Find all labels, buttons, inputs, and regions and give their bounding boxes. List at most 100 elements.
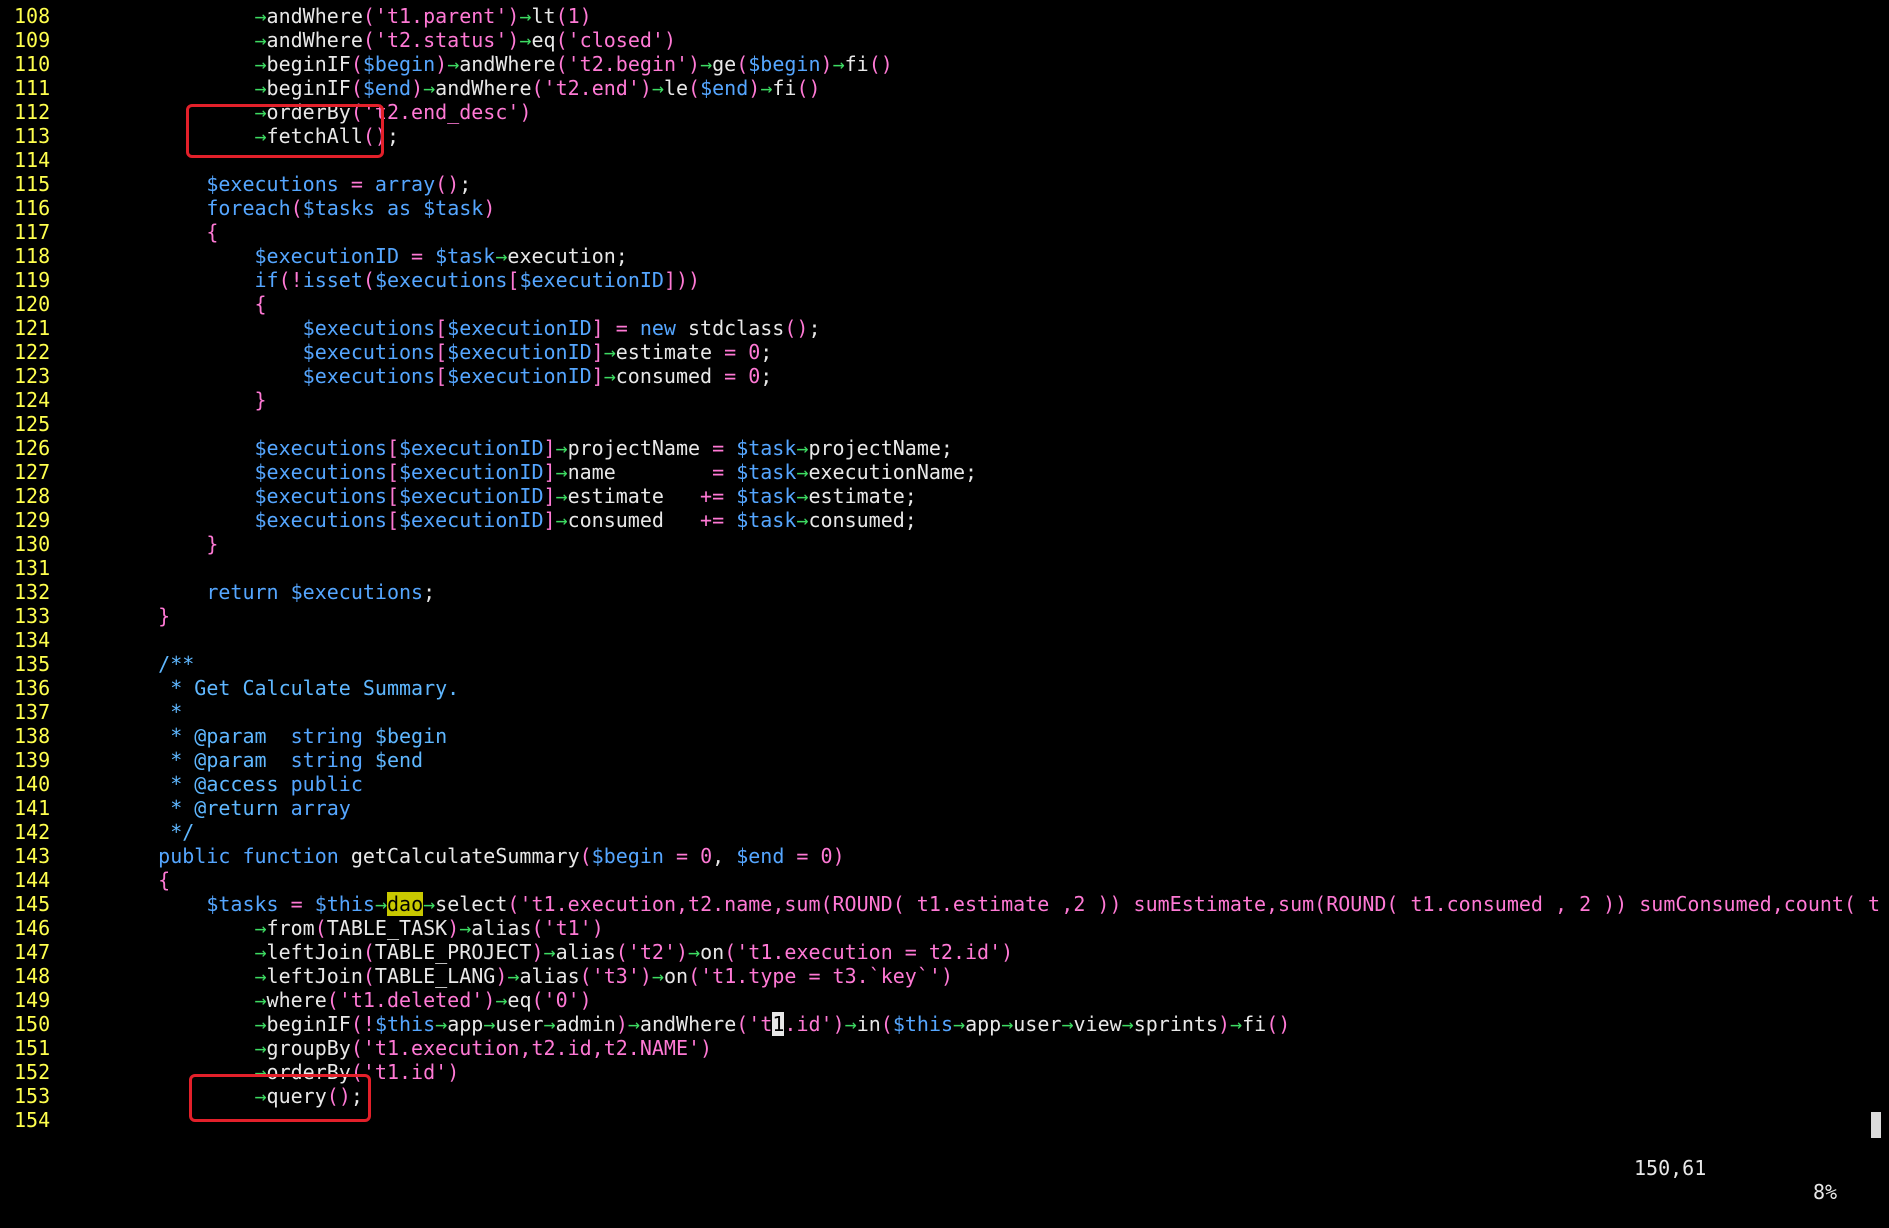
code-text[interactable]: { [110,292,267,316]
code-line[interactable]: 132 return $executions; [0,580,435,604]
code-text[interactable]: * @param string $end [110,748,423,772]
line-number: 146 [14,916,51,940]
code-line[interactable]: 122 $executions[$executionID]→estimate =… [0,340,772,364]
line-number: 143 [14,844,51,868]
code-line[interactable]: 135 /** [0,652,194,676]
code-line[interactable]: 125 [0,412,110,436]
code-line[interactable]: 116 foreach($tasks as $task) [0,196,495,220]
code-text[interactable]: $executions[$executionID]→estimate += $t… [110,484,917,508]
line-number: 118 [14,244,51,268]
line-number: 132 [14,580,51,604]
code-text[interactable]: * @access public [110,772,363,796]
code-text[interactable]: →beginIF(!$this→app→user→admin)→andWhere… [110,1012,1290,1036]
line-number: 116 [14,196,51,220]
code-line[interactable]: 126 $executions[$executionID]→projectNam… [0,436,953,460]
line-number: 153 [14,1084,51,1108]
code-text[interactable]: * [110,700,182,724]
code-text[interactable]: * @return array [110,796,351,820]
code-line[interactable]: 118 $executionID = $task→execution; [0,244,628,268]
vim-editor[interactable]: 108 →andWhere('t1.parent')→lt(1) 109 →and… [0,0,1889,1204]
code-text[interactable]: public function getCalculateSummary($beg… [110,844,844,868]
code-text[interactable]: →andWhere('t1.parent')→lt(1) [110,4,592,28]
line-number: 131 [14,556,51,580]
code-line[interactable]: 134 [0,628,110,652]
code-text[interactable]: →where('t1.deleted')→eq('0') [110,988,592,1012]
code-line[interactable]: 138 * @param string $begin [0,724,447,748]
code-line[interactable]: 108 →andWhere('t1.parent')→lt(1) [0,4,592,28]
code-text[interactable]: { [110,868,170,892]
code-text[interactable]: $executions[$executionID]→estimate = 0; [110,340,773,364]
code-text[interactable]: →leftJoin(TABLE_PROJECT)→alias('t2')→on(… [110,940,1014,964]
code-line[interactable]: 124 } [0,388,267,412]
code-text[interactable]: */ [110,820,194,844]
code-line[interactable]: 117 { [0,220,218,244]
code-line[interactable]: 129 $executions[$executionID]→consumed +… [0,508,917,532]
line-number: 130 [14,532,51,556]
line-number: 119 [14,268,51,292]
line-number: 121 [14,316,51,340]
line-number: 110 [14,52,51,76]
code-text[interactable]: $tasks = $this→dao→select('t1.execution,… [110,892,1880,916]
code-text[interactable]: →andWhere('t2.status')→eq('closed') [110,28,676,52]
code-text[interactable]: foreach($tasks as $task) [110,196,495,220]
code-line[interactable]: 120 { [0,292,267,316]
code-line[interactable]: 115 $executions = array(); [0,172,471,196]
code-line[interactable]: 154 [0,1108,110,1132]
code-line[interactable]: 133 } [0,604,170,628]
code-text[interactable]: * @param string $begin [110,724,447,748]
line-number: 142 [14,820,51,844]
code-line[interactable]: 148 →leftJoin(TABLE_LANG)→alias('t3')→on… [0,964,953,988]
line-number: 138 [14,724,51,748]
line-number: 126 [14,436,51,460]
code-line[interactable]: 119 if(!isset($executions[$executionID])… [0,268,700,292]
code-line[interactable]: 128 $executions[$executionID]→estimate +… [0,484,917,508]
code-text[interactable]: /** [110,652,194,676]
code-line[interactable]: 142 */ [0,820,194,844]
code-line[interactable]: 123 $executions[$executionID]→consumed =… [0,364,772,388]
code-line[interactable]: 141 * @return array [0,796,351,820]
code-text[interactable]: return $executions; [110,580,435,604]
code-text[interactable]: } [110,604,170,628]
code-text[interactable]: →beginIF($end)→andWhere('t2.end')→le($en… [110,76,821,100]
code-text[interactable]: →beginIF($begin)→andWhere('t2.begin')→ge… [110,52,893,76]
code-line[interactable]: 137 * [0,700,182,724]
code-text[interactable]: } [110,388,267,412]
code-line[interactable]: 145 $tasks = $this→dao→select('t1.execut… [0,892,1880,916]
code-line[interactable]: 144 { [0,868,170,892]
code-text[interactable]: $executions[$executionID]→name = $task→e… [110,460,978,484]
code-line[interactable]: 151 →groupBy('t1.execution,t2.id,t2.NAME… [0,1036,712,1060]
code-text[interactable]: if(!isset($executions[$executionID])) [110,268,701,292]
code-line[interactable]: 139 * @param string $end [0,748,423,772]
code-text[interactable]: $executions[$executionID]→consumed += $t… [110,508,917,532]
code-text[interactable]: { [110,220,218,244]
code-line[interactable]: 146 →from(TABLE_TASK)→alias('t1') [0,916,604,940]
code-text[interactable]: →from(TABLE_TASK)→alias('t1') [110,916,604,940]
code-line[interactable]: 147 →leftJoin(TABLE_PROJECT)→alias('t2')… [0,940,1013,964]
code-text[interactable]: →leftJoin(TABLE_LANG)→alias('t3')→on('t1… [110,964,953,988]
code-line[interactable]: 136 * Get Calculate Summary. [0,676,459,700]
line-number: 134 [14,628,51,652]
code-line[interactable]: 149 →where('t1.deleted')→eq('0') [0,988,592,1012]
line-number: 108 [14,4,51,28]
code-line[interactable]: 127 $executions[$executionID]→name = $ta… [0,460,977,484]
code-line[interactable]: 140 * @access public [0,772,363,796]
code-text[interactable]: $executionID = $task→execution; [110,244,628,268]
code-text[interactable]: } [110,532,218,556]
code-text[interactable]: $executions[$executionID]→consumed = 0; [110,364,773,388]
code-text[interactable]: →groupBy('t1.execution,t2.id,t2.NAME') [110,1036,713,1060]
code-text[interactable]: $executions = array(); [110,172,471,196]
code-line[interactable]: 150 →beginIF(!$this→app→user→admin)→andW… [0,1012,1290,1036]
line-number: 148 [14,964,51,988]
code-line[interactable]: 114 [0,148,110,172]
scrollbar-thumb[interactable] [1871,1112,1881,1138]
code-line[interactable]: 143 public function getCalculateSummary(… [0,844,845,868]
code-text[interactable]: * Get Calculate Summary. [110,676,459,700]
code-text[interactable]: $executions[$executionID]→projectName = … [110,436,953,460]
code-line[interactable]: 111 →beginIF($end)→andWhere('t2.end')→le… [0,76,821,100]
code-text[interactable]: $executions[$executionID] = new stdclass… [110,316,821,340]
code-line[interactable]: 109 →andWhere('t2.status')→eq('closed') [0,28,676,52]
code-line[interactable]: 130 } [0,532,218,556]
code-line[interactable]: 121 $executions[$executionID] = new stdc… [0,316,820,340]
code-line[interactable]: 110 →beginIF($begin)→andWhere('t2.begin'… [0,52,893,76]
code-line[interactable]: 131 [0,556,110,580]
